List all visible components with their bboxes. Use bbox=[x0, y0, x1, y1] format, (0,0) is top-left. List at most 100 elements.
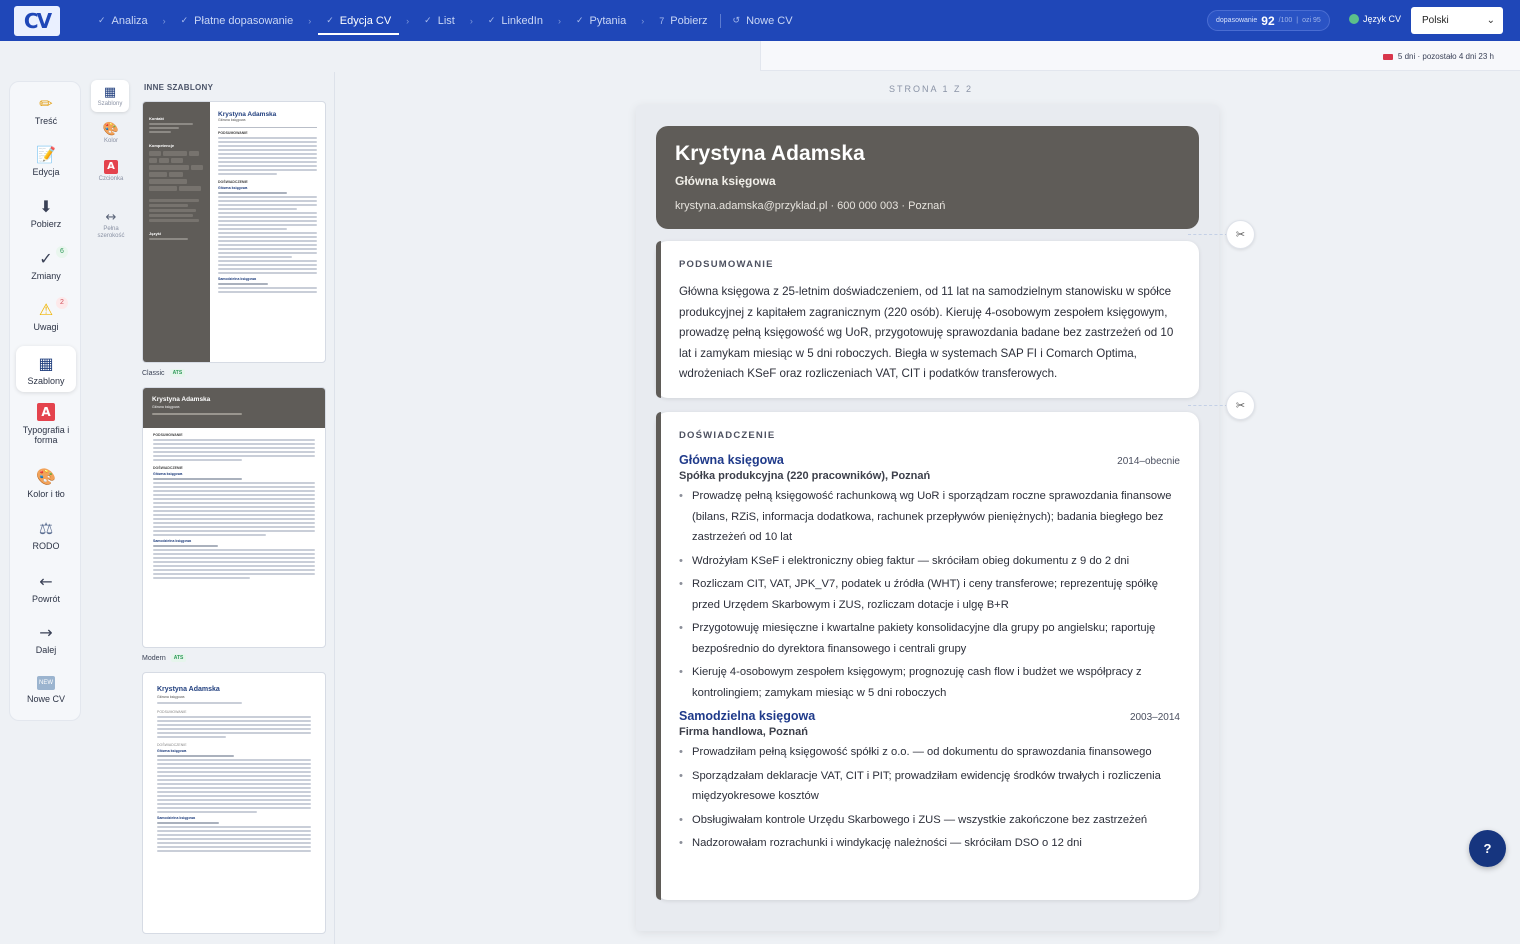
template-thumbnail-minimal[interactable]: Krystyna Adamska Główna księgowa PODSUMO… bbox=[142, 672, 326, 934]
job-dates[interactable]: 2003–2014 bbox=[1130, 712, 1180, 723]
summary-text[interactable]: Główna księgowa z 25-letnim doświadczeni… bbox=[679, 282, 1180, 385]
section-title: PODSUMOWANIE bbox=[679, 259, 774, 270]
job-entry[interactable]: Samodzielna księgowa 2003–2014 Firma han… bbox=[679, 709, 1180, 854]
cv-summary-section[interactable]: PODSUMOWANIE Główna księgowa z 25-letnim… bbox=[656, 241, 1199, 398]
thumb-name: Krystyna Adamska bbox=[152, 396, 211, 403]
step-number-icon: 7 bbox=[659, 15, 665, 26]
template-thumbnail-current[interactable]: Kontakt Kompetencje Języki Krystyna Adam… bbox=[142, 101, 326, 363]
rail-item-powrot[interactable]: ← Powrót bbox=[10, 572, 82, 604]
palette-icon: 🎨 bbox=[36, 467, 56, 486]
app-logo[interactable]: CV bbox=[14, 5, 60, 36]
rail-item-uwagi[interactable]: ⚠ 2 Uwagi bbox=[10, 297, 82, 332]
cv-contact[interactable]: krystyna.adamska@przyklad.pl · 600 000 0… bbox=[675, 200, 1180, 212]
template-name: Classic bbox=[142, 369, 165, 377]
thumb-section-summary: PODSUMOWANIE bbox=[157, 710, 187, 714]
ats-badge: ATS bbox=[169, 369, 186, 377]
cv-name[interactable]: Krystyna Adamska bbox=[675, 142, 1180, 166]
job-bullet[interactable]: Wdrożyłam KSeF i elektroniczny obieg fak… bbox=[679, 551, 1180, 572]
mini-item-kolor[interactable]: 🎨 Kolor bbox=[91, 122, 131, 145]
rail-item-nowe-cv[interactable]: NEW Nowe CV bbox=[10, 673, 82, 704]
step-pobierz[interactable]: 7 Pobierz bbox=[657, 0, 709, 41]
job-bullet[interactable]: Przygotowuję miesięczne i kwartalne paki… bbox=[679, 618, 1180, 659]
step-platne-dopasowanie[interactable]: ✓ Płatne dopasowanie bbox=[179, 0, 296, 41]
job-entry[interactable]: Główna księgowa 2014–obecnie Spółka prod… bbox=[679, 453, 1180, 703]
mini-item-szablony[interactable]: ▦ Szablony bbox=[91, 80, 129, 112]
thumb-job-title: Główna księgowa bbox=[157, 749, 187, 753]
rail-item-label: Typografia i forma bbox=[22, 425, 70, 445]
cv-role[interactable]: Główna księgowa bbox=[675, 174, 1180, 188]
scissors-icon[interactable]: ✂ bbox=[1226, 220, 1255, 249]
job-bullet[interactable]: Prowadzę pełną księgowość rachunkową wg … bbox=[679, 486, 1180, 548]
mini-item-czcionka[interactable]: A Czcionka bbox=[91, 160, 131, 183]
match-score-badge[interactable]: dopasowanie 92 /100 | ozi 95 bbox=[1207, 10, 1330, 31]
grid-icon: ▦ bbox=[103, 85, 117, 100]
job-title[interactable]: Samodzielna księgowa bbox=[679, 709, 815, 723]
thumb-section-summary: PODSUMOWANIE bbox=[218, 131, 248, 135]
mini-item-label: Kolor bbox=[103, 138, 118, 144]
rail-item-szablony[interactable]: ▦ Szablony bbox=[16, 346, 76, 392]
step-pytania[interactable]: ✓ Pytania bbox=[574, 0, 628, 41]
thumb-role: Główna księgowa bbox=[157, 695, 185, 699]
chevron-right-icon: › bbox=[406, 15, 410, 26]
job-bullet[interactable]: Sporządzałam deklaracje VAT, CIT i PIT; … bbox=[679, 766, 1180, 807]
mini-item-pelna-szerokosc[interactable]: ↔ Pełna szerokość bbox=[91, 210, 131, 240]
thumb-sidebar-skills: Kompetencje bbox=[149, 143, 175, 148]
rail-item-rodo[interactable]: ⚖ RODO bbox=[10, 519, 82, 551]
trial-status[interactable]: 5 dni · pozostało 4 dni 23 h bbox=[1382, 52, 1494, 61]
job-title[interactable]: Główna księgowa bbox=[679, 453, 784, 467]
job-bullets: Prowadziłam pełną księgowość spółki z o.… bbox=[679, 742, 1180, 854]
job-bullet[interactable]: Obsługiwałam kontrole Urzędu Skarbowego … bbox=[679, 810, 1180, 831]
job-bullet[interactable]: Kieruję 4-osobowym zespołem księgowym; p… bbox=[679, 662, 1180, 703]
thumb-role: Główna księgowa bbox=[152, 405, 180, 409]
templates-heading: INNE SZABLONY bbox=[144, 83, 214, 92]
thumb-main: Krystyna Adamska Główna księgowa PODSUMO… bbox=[218, 111, 317, 295]
rail-item-edycja[interactable]: 📝 Edycja bbox=[10, 145, 82, 177]
page-break-guide bbox=[1188, 405, 1228, 406]
rail-item-label: Zmiany bbox=[31, 271, 61, 281]
cv-experience-section[interactable]: DOŚWIADCZENIE Główna księgowa 2014–obecn… bbox=[656, 412, 1199, 900]
cv-header[interactable]: Krystyna Adamska Główna księgowa krystyn… bbox=[656, 126, 1199, 229]
rail-item-typografia[interactable]: A Typografia i forma bbox=[10, 403, 82, 445]
scissors-icon[interactable]: ✂ bbox=[1226, 391, 1255, 420]
thumb-body: Krystyna Adamska Główna księgowa PODSUMO… bbox=[143, 673, 325, 867]
job-bullet[interactable]: Prowadziłam pełną księgowość spółki z o.… bbox=[679, 742, 1180, 763]
job-company[interactable]: Firma handlowa, Poznań bbox=[679, 726, 1180, 738]
chevron-down-icon: ⌄ bbox=[1486, 15, 1495, 26]
step-list[interactable]: ✓ List bbox=[422, 0, 457, 41]
step-label: Płatne dopasowanie bbox=[194, 14, 294, 27]
job-company[interactable]: Spółka produkcyjna (220 pracowników), Po… bbox=[679, 470, 1180, 482]
thumb-section-experience: DOŚWIADCZENIE bbox=[157, 743, 187, 747]
rail-item-label: Edycja bbox=[32, 167, 60, 177]
step-analiza[interactable]: ✓ Analiza bbox=[96, 0, 150, 41]
step-nowe-cv[interactable]: ↺ Nowe CV bbox=[731, 0, 795, 41]
thumb-section-experience: DOŚWIADCZENIE bbox=[153, 466, 183, 470]
template-thumbnail-classic[interactable]: Krystyna Adamska Główna księgowa PODSUMO… bbox=[142, 387, 326, 648]
step-edycja-cv[interactable]: ✓ Edycja CV bbox=[318, 0, 400, 41]
edit-icon: 📝 bbox=[36, 145, 56, 164]
arrow-right-icon: → bbox=[39, 623, 53, 642]
language-select[interactable]: Polski ⌄ bbox=[1411, 7, 1503, 34]
rail-item-kolor[interactable]: 🎨 Kolor i tło bbox=[10, 467, 82, 499]
rail-item-dalej[interactable]: → Dalej bbox=[10, 623, 82, 655]
step-label: List bbox=[437, 14, 455, 27]
grid-icon: ▦ bbox=[38, 354, 54, 373]
check-icon: ✓ bbox=[98, 15, 106, 25]
changes-count-badge: 6 bbox=[56, 246, 68, 258]
job-bullet[interactable]: Nadzorowałam rozrachunki i windykację na… bbox=[679, 833, 1180, 854]
thumb-name: Krystyna Adamska bbox=[157, 686, 220, 693]
thumb-header: Krystyna Adamska Główna księgowa bbox=[143, 388, 325, 428]
chevron-right-icon: › bbox=[162, 15, 166, 26]
job-dates[interactable]: 2014–obecnie bbox=[1117, 456, 1180, 467]
rail-item-pobierz[interactable]: ⬇ Pobierz bbox=[10, 197, 82, 229]
job-bullet[interactable]: Rozliczam CIT, VAT, JPK_V7, podatek u źr… bbox=[679, 574, 1180, 615]
job-bullets: Prowadzę pełną księgowość rachunkową wg … bbox=[679, 486, 1180, 703]
chevron-right-icon: › bbox=[308, 15, 312, 26]
help-button[interactable]: ? bbox=[1469, 830, 1506, 867]
step-linkedin[interactable]: ✓ LinkedIn bbox=[486, 0, 545, 41]
thumb-body: PODSUMOWANIE DOŚWIADCZENIE Główna księgo… bbox=[143, 428, 325, 586]
rail-item-zmiany[interactable]: ✓ 6 Zmiany bbox=[10, 246, 82, 281]
expand-horizontal-icon: ↔ bbox=[105, 210, 117, 225]
rail-item-tresc[interactable]: ✏ Treść bbox=[10, 94, 82, 126]
pencil-icon: ✏ bbox=[39, 94, 53, 113]
thumb-job-title: Główna księgowa bbox=[218, 186, 248, 190]
